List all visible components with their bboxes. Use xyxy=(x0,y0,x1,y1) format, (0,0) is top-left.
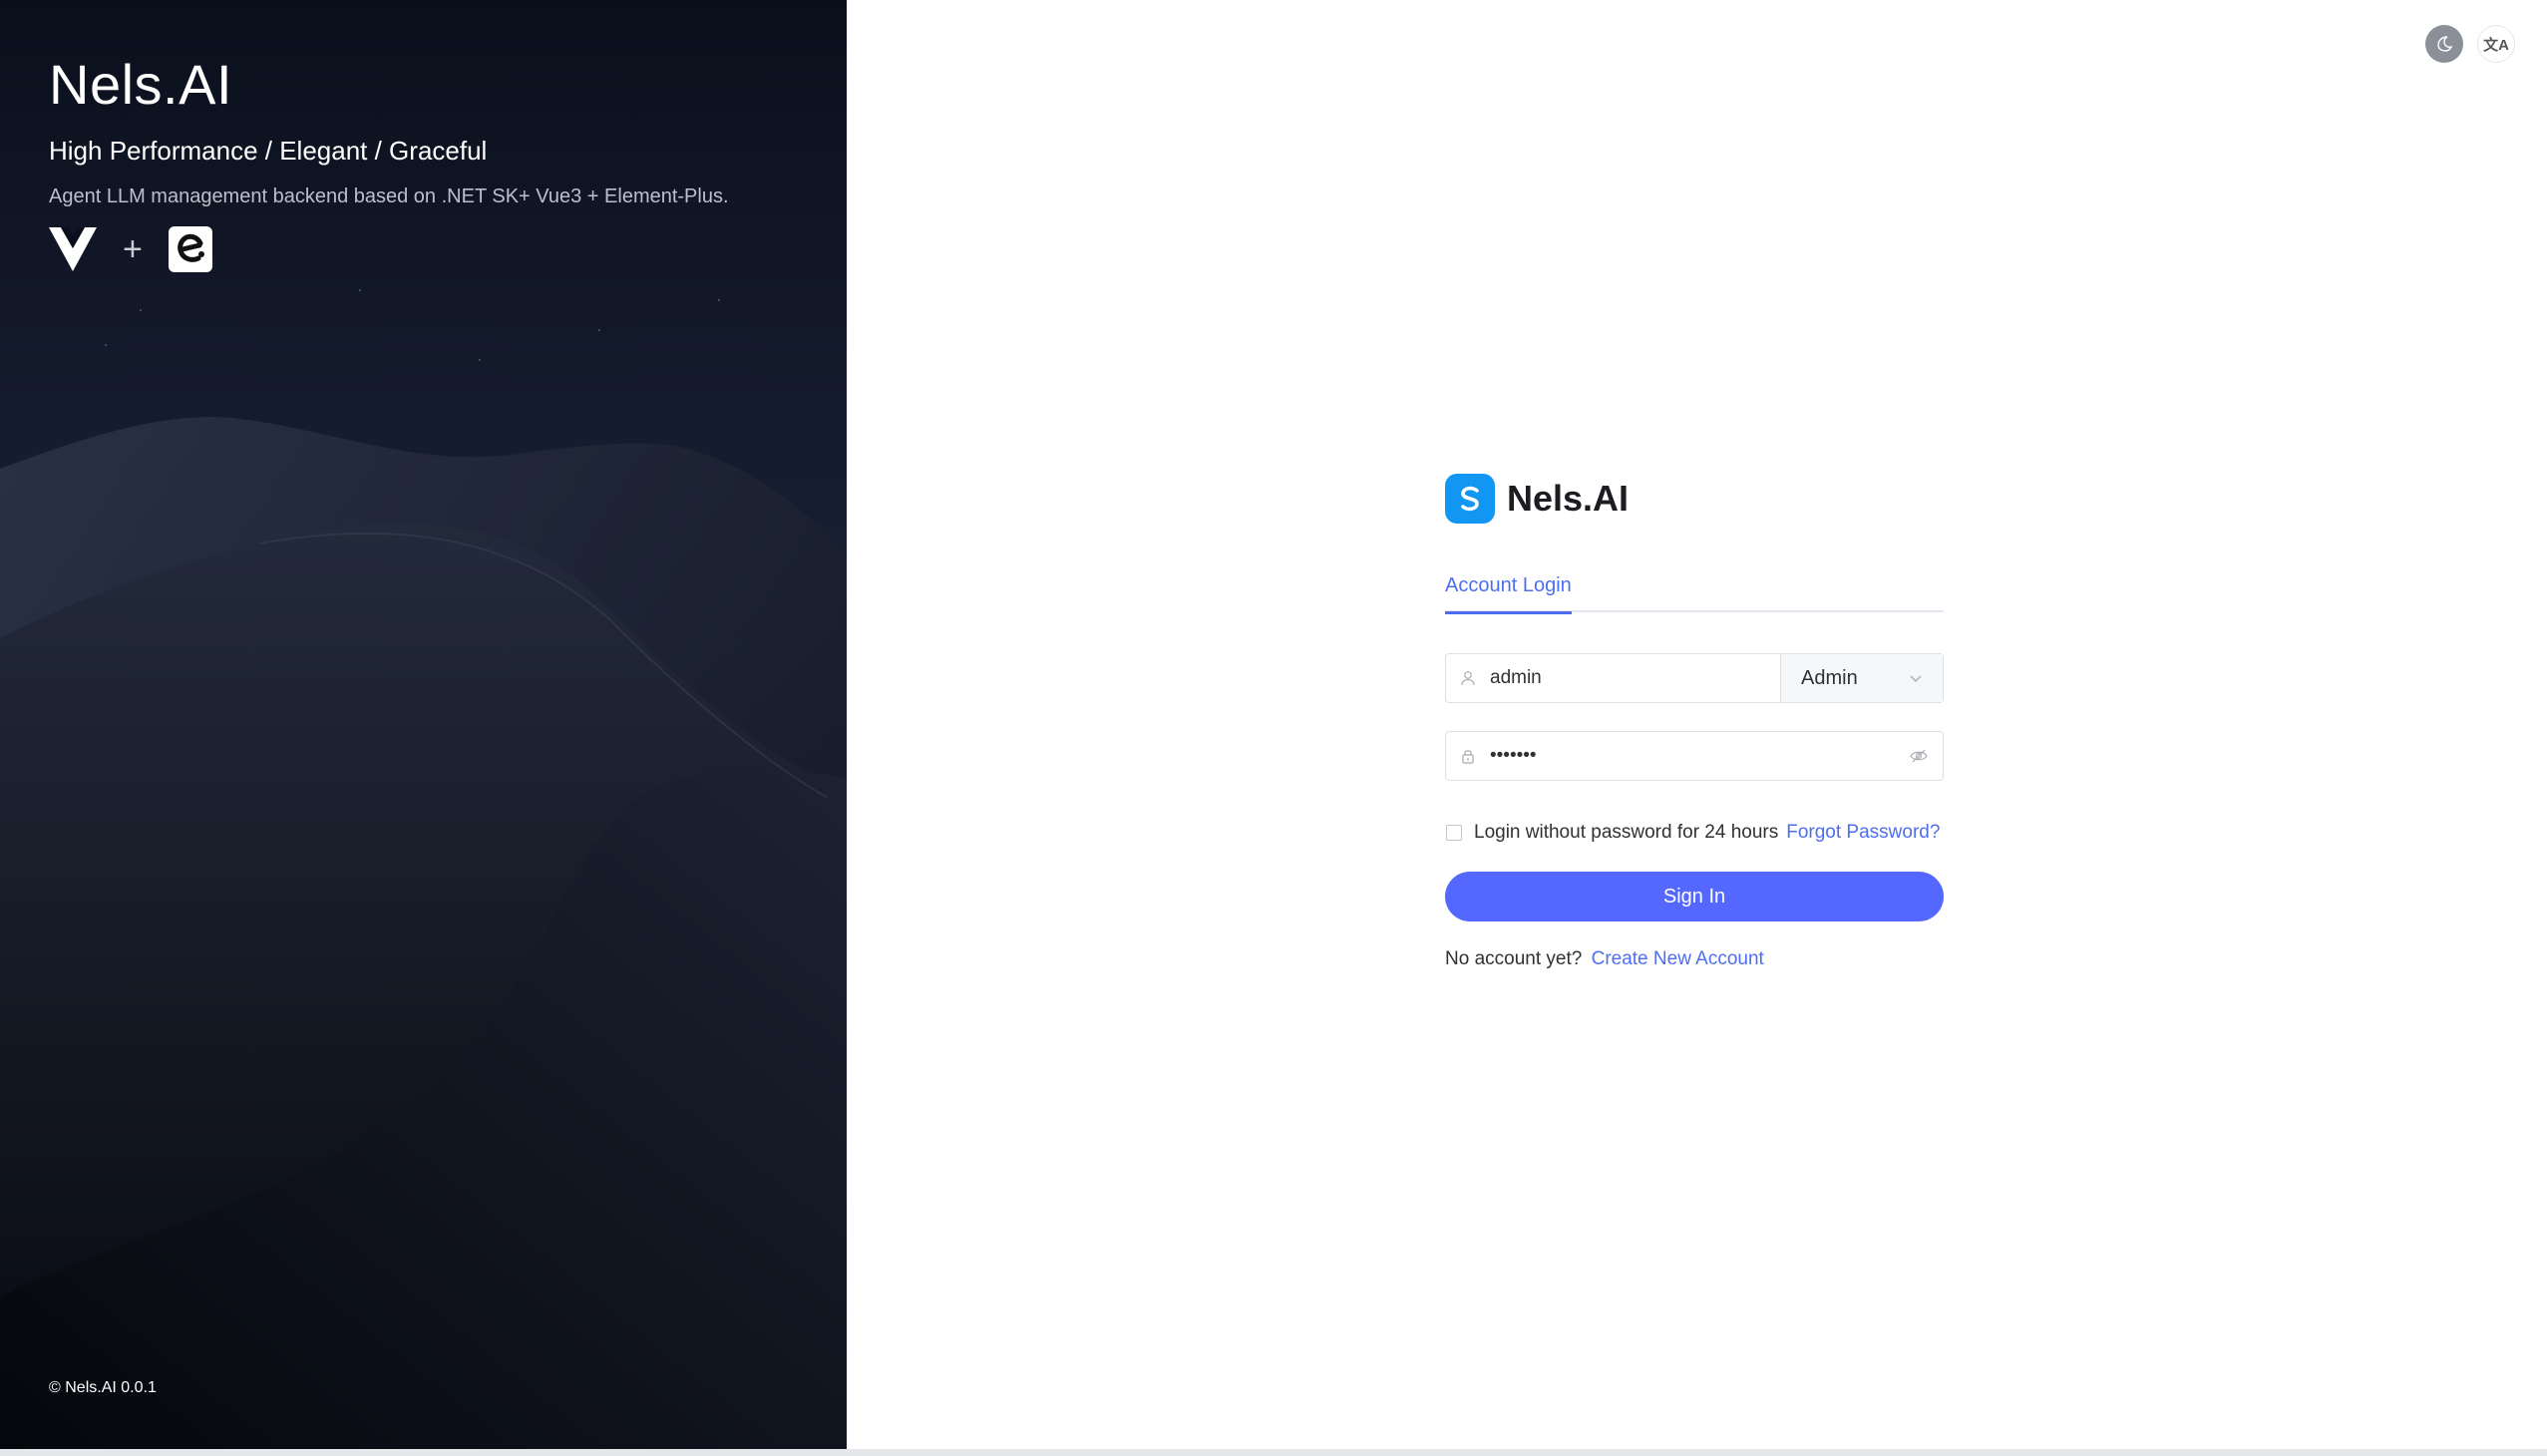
copyright-text: © Nels.AI 0.0.1 xyxy=(49,1379,157,1396)
brand-name: Nels.AI xyxy=(1507,478,1630,519)
star xyxy=(140,309,142,311)
element-plus-icon xyxy=(168,226,212,272)
create-account-link[interactable]: Create New Account xyxy=(1592,948,1764,969)
theme-toggle-button[interactable] xyxy=(2425,25,2463,63)
chevron-down-icon xyxy=(1910,675,1922,682)
star xyxy=(359,289,361,291)
window-bottom-edge xyxy=(0,1449,2547,1456)
moon-icon xyxy=(2437,36,2453,52)
hero-title: Nels.AI xyxy=(49,53,232,116)
username-field: admin Admin xyxy=(1445,653,1944,703)
register-row: No account yet? Create New Account xyxy=(1445,948,1764,970)
star xyxy=(105,344,107,346)
remember-checkbox[interactable] xyxy=(1446,825,1462,841)
eye-off-icon[interactable] xyxy=(1895,749,1943,763)
password-input[interactable]: ••••••• xyxy=(1490,745,1895,767)
forgot-password-link[interactable]: Forgot Password? xyxy=(1786,822,1940,844)
hero-panel: Nels.AI High Performance / Elegant / Gra… xyxy=(0,0,847,1449)
tech-logos: + xyxy=(49,226,212,272)
sign-in-button[interactable]: Sign In xyxy=(1445,872,1944,921)
hero-description: Agent LLM management backend based on .N… xyxy=(49,185,729,207)
role-select[interactable]: Admin xyxy=(1780,654,1943,702)
vue-icon xyxy=(49,227,97,271)
login-tabs: Account Login xyxy=(1445,558,1944,614)
login-form: Nels.AI Account Login admin Admin ••••••… xyxy=(1445,469,1944,969)
remember-label[interactable]: Login without password for 24 hours xyxy=(1474,822,1778,844)
user-icon xyxy=(1446,670,1490,686)
password-field: ••••••• xyxy=(1445,731,1944,781)
lock-icon xyxy=(1446,748,1490,764)
brand-logo-icon xyxy=(1445,474,1495,524)
brand: Nels.AI xyxy=(1445,469,1944,529)
tab-account-login[interactable]: Account Login xyxy=(1445,574,1572,614)
remember-row: Login without password for 24 hours Forg… xyxy=(1445,818,1944,848)
username-input[interactable]: admin xyxy=(1490,667,1780,689)
role-select-value: Admin xyxy=(1801,666,1858,689)
language-switch-button[interactable]: 文A xyxy=(2477,25,2515,63)
star xyxy=(479,359,481,361)
translate-icon: 文A xyxy=(2483,36,2509,54)
plus-sign: + xyxy=(123,230,143,268)
star xyxy=(598,329,600,331)
hero-tagline: High Performance / Elegant / Graceful xyxy=(49,136,488,166)
star xyxy=(718,299,720,301)
desert-dunes-illustration xyxy=(0,417,847,1449)
no-account-text: No account yet? xyxy=(1445,948,1583,969)
